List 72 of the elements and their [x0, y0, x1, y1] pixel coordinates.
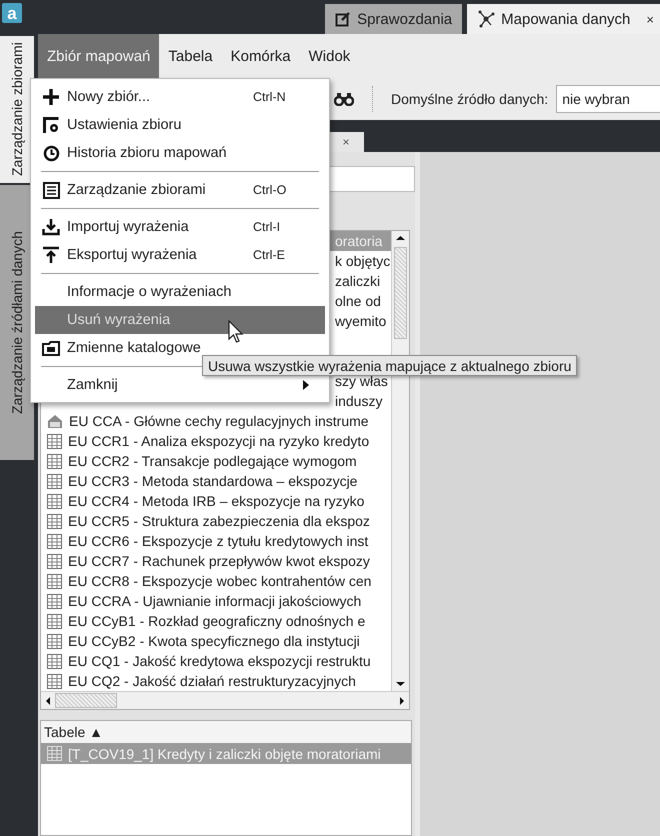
clock-icon: [42, 144, 60, 162]
list-item[interactable]: EU CCyB1 - Rozkład geograficzny odnośnych e: [68, 613, 366, 629]
list-item[interactable]: szy włas: [335, 373, 388, 389]
list-item[interactable]: EU CQ1 - Jakość kredytowa ekspozycji restruktu: [68, 653, 371, 669]
list-item[interactable]: zaliczki: [335, 273, 380, 289]
scrollbar-thumb[interactable]: [55, 693, 117, 708]
table-icon: [47, 454, 62, 468]
menu-item[interactable]: Eksportuj wyrażenia Ctrl-E: [35, 241, 325, 269]
list-item[interactable]: EU CCR7 - Rachunek przepływów kwot ekspozy: [68, 553, 370, 569]
table-icon: [47, 534, 62, 548]
column-header[interactable]: Tabele ▲: [41, 721, 411, 743]
data-source-dropdown[interactable]: nie wybran: [556, 85, 660, 113]
app-logo: a: [2, 3, 22, 23]
table-icon: [47, 614, 62, 628]
menu-item[interactable]: Zarządzanie zbiorami Ctrl-O: [35, 176, 325, 204]
menu-bar-item[interactable]: Tabela: [159, 34, 222, 78]
menu-item[interactable]: Importuj wyrażenia Ctrl-I: [35, 213, 325, 241]
list-item[interactable]: EU CCR6 - Ekspozycje z tytułu kredytowych inst: [68, 533, 368, 549]
table-icon: [47, 514, 62, 528]
binoculars-icon[interactable]: [334, 92, 354, 106]
tab[interactable]: Sprawozdania: [325, 4, 462, 34]
table-icon: [47, 554, 62, 568]
menu-bar-item[interactable]: Zbiór mapowań: [38, 34, 160, 78]
table-icon: [47, 494, 62, 508]
table-icon: [47, 674, 62, 688]
folder-icon: [42, 340, 60, 356]
list-item[interactable]: EU CCR3 - Metoda standardowa – ekspozycje: [68, 473, 358, 489]
list-item[interactable]: EU CQ2 - Jakość działań restrukturyzacyjnych: [68, 673, 356, 689]
list-item[interactable]: EU CCR1 - Analiza ekspozycji na ryzyko kredyto: [68, 433, 370, 449]
side-tab[interactable]: Zarządzanie zbiorami: [0, 36, 34, 183]
house-icon: [47, 414, 63, 428]
tooltip: Usuwa wszystkie wyrażenia mapujące z aktualnego zbioru: [202, 355, 578, 376]
list-item[interactable]: EU CCR2 - Transakcje podlegające wymogom: [68, 453, 357, 469]
table-icon: [47, 474, 62, 488]
list-icon: [42, 182, 60, 198]
mouse-pointer-icon: [228, 320, 244, 344]
menu-item[interactable]: Usuń wyrażenia: [35, 306, 325, 334]
menu-item[interactable]: Nowy zbiór... Ctrl-N: [35, 83, 325, 111]
side-tab[interactable]: Zarządzanie źródłami danych: [0, 185, 34, 460]
table-icon: [47, 634, 62, 648]
list-item[interactable]: wyemito: [335, 313, 386, 329]
list-item[interactable]: EU CCA - Główne cechy regulacyjnych instrume: [69, 413, 369, 429]
list-item[interactable]: EU CCR5 - Struktura zabezpieczenia dla ekspoz: [68, 513, 370, 529]
list-item[interactable]: olne od: [335, 293, 381, 309]
close-tab-button[interactable]: ×: [646, 12, 654, 26]
list-item[interactable]: k objętyc: [335, 253, 390, 269]
upload-icon: [42, 246, 60, 264]
horizontal-scrollbar[interactable]: [41, 691, 409, 709]
table-icon: [47, 746, 62, 761]
settings-icon: [42, 116, 60, 134]
edit-icon: [335, 11, 352, 27]
menu-bar-item[interactable]: Komórka: [222, 34, 300, 78]
table-icon: [47, 654, 62, 668]
menu-item[interactable]: Historia zbioru mapowań: [35, 139, 325, 167]
menu-item[interactable]: Informacje o wyrażeniach: [35, 278, 325, 306]
menu-item[interactable]: Ustawienia zbioru: [35, 111, 325, 139]
table-icon: [47, 594, 62, 608]
menu-bar-item[interactable]: Widok: [300, 34, 360, 78]
tab[interactable]: Mapowania danych ×: [467, 4, 660, 34]
list-item[interactable]: induszy: [335, 393, 382, 409]
list-item[interactable]: EU CCyB2 - Kwota specyficznego dla instytucji: [68, 633, 360, 649]
network-icon: [477, 10, 496, 28]
document-tab[interactable]: ×: [328, 132, 364, 152]
data-source-label: Domyślne źródło danych:: [391, 91, 548, 107]
scrollbar-thumb[interactable]: [394, 247, 407, 339]
plus-icon: [42, 88, 60, 106]
list-item[interactable]: EU CCR8 - Ekspozycje wobec kontrahentów cen: [68, 573, 372, 589]
table-icon: [47, 574, 62, 588]
download-icon: [42, 218, 60, 236]
list-item[interactable]: EU CCRA - Ujawnianie informacji jakościowych: [68, 593, 362, 609]
table-icon: [47, 434, 62, 448]
list-item[interactable]: EU CCR4 - Metoda IRB – ekspozycje na ryzyko: [68, 493, 364, 509]
